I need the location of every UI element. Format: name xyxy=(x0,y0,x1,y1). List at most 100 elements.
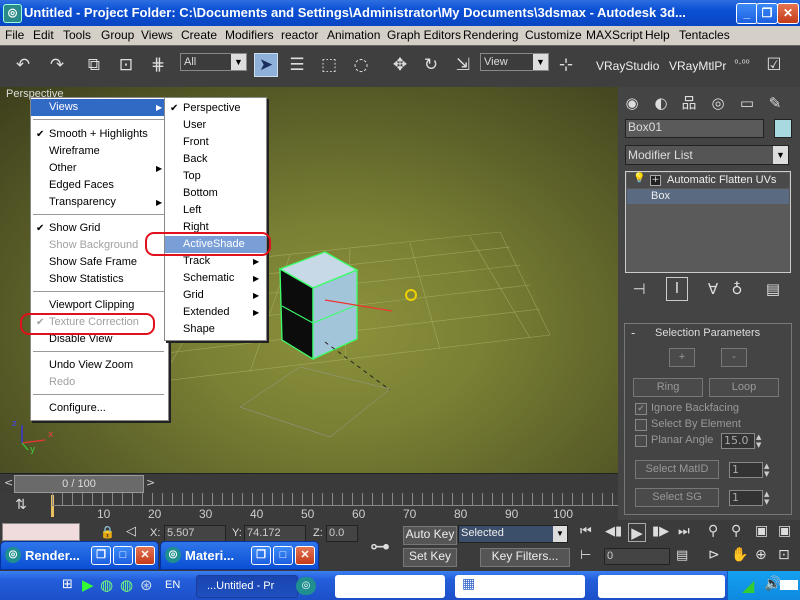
select-by-name-icon[interactable]: ☰ xyxy=(286,54,308,76)
z-coord-field[interactable]: 0.0 xyxy=(326,525,358,542)
rollout-collapse-icon[interactable]: - xyxy=(631,326,635,340)
time-configuration-icon[interactable]: ▤ xyxy=(676,548,688,563)
menu-item-viewport-clipping[interactable]: Viewport Clipping xyxy=(31,297,168,314)
zoom-extents-all-icon[interactable]: ▣ xyxy=(778,523,791,539)
create-tab-icon[interactable]: ◉ xyxy=(621,93,643,113)
time-slider-thumb[interactable]: 0 / 100 xyxy=(14,475,144,493)
view-extended[interactable]: Extended ▶ xyxy=(165,304,266,321)
selection-filter-dropdown[interactable]: All ▼ xyxy=(180,53,247,71)
maximize-button[interactable]: □ xyxy=(113,546,133,565)
window-crossing-icon[interactable]: ◌ xyxy=(350,54,372,76)
ie-icon[interactable]: ⊛ xyxy=(140,576,153,594)
next-frame-icon[interactable]: ▮▶ xyxy=(652,524,669,539)
menu-item-configure[interactable]: Configure... xyxy=(31,400,168,417)
previous-frame-icon[interactable]: ◀▮ xyxy=(605,524,622,539)
menu-graph-editors[interactable]: Graph Editors xyxy=(387,28,461,42)
key-filters-button[interactable]: Key Filters... xyxy=(480,548,570,567)
view-grid[interactable]: Grid ▶ xyxy=(165,287,266,304)
expand-plus-icon[interactable]: + xyxy=(650,175,661,186)
select-and-link-icon[interactable]: ⧉ xyxy=(83,54,105,76)
go-to-start-icon[interactable]: ⏮ xyxy=(580,524,592,539)
app-icon[interactable]: ◎ xyxy=(3,4,22,23)
zoom-all-icon[interactable]: ⚲ xyxy=(731,523,741,539)
matid-spinner[interactable]: 1 ▲ ▼ xyxy=(729,462,769,478)
absolute-mode-icon[interactable]: ◁ xyxy=(126,524,136,539)
menu-customize[interactable]: Customize xyxy=(525,28,582,42)
grow-selection-button[interactable]: + xyxy=(669,348,695,367)
object-name-field[interactable]: Box01 xyxy=(625,119,764,138)
view-user[interactable]: User xyxy=(165,117,266,134)
menu-item-transparency[interactable]: Transparency ▶ xyxy=(31,194,168,211)
field-of-view-icon[interactable]: ⊳ xyxy=(708,547,720,563)
bind-space-warp-icon[interactable]: ⋕ xyxy=(147,54,169,76)
shrink-selection-button[interactable]: - xyxy=(721,348,747,367)
maximize-viewport-icon[interactable]: ⊡ xyxy=(778,547,790,563)
view-top[interactable]: Top xyxy=(165,168,266,185)
lightbulb-icon[interactable]: 💡 xyxy=(633,173,645,184)
time-prev-button[interactable]: < xyxy=(4,476,13,489)
menu-tools[interactable]: Tools xyxy=(63,28,91,42)
windows-icon[interactable]: ⊞ xyxy=(62,577,73,592)
taskbar-item-redacted[interactable] xyxy=(598,575,725,598)
view-front[interactable]: Front xyxy=(165,134,266,151)
view-left[interactable]: Left xyxy=(165,202,266,219)
key-icon[interactable]: ⊶ xyxy=(363,529,397,563)
planar-angle-spinner[interactable]: 15.0 ▲ ▼ xyxy=(721,433,761,449)
menu-item-undo-view-zoom[interactable]: Undo View Zoom xyxy=(31,357,168,374)
show-end-result-icon[interactable]: Ⅰ xyxy=(666,277,688,301)
orbit-icon[interactable]: ⊕ xyxy=(755,547,767,563)
view-shape[interactable]: Shape xyxy=(165,321,266,338)
redo-icon[interactable]: ↷ xyxy=(46,54,68,76)
hierarchy-tab-icon[interactable]: 品 xyxy=(678,93,700,113)
menu-item-other[interactable]: Other ▶ xyxy=(31,160,168,177)
mini-curve-editor-icon[interactable]: ⇅ xyxy=(10,497,32,517)
view-bottom[interactable]: Bottom xyxy=(165,185,266,202)
restore-button[interactable]: ❐ xyxy=(251,546,271,565)
spinner-snap-icon[interactable]: ⁰⋅⁰⁰ xyxy=(731,54,753,76)
menu-animation[interactable]: Animation xyxy=(327,28,380,42)
rectangular-selection-icon[interactable]: ⬚ xyxy=(318,54,340,76)
loop-button[interactable]: Loop xyxy=(709,378,779,397)
reference-coord-dropdown[interactable]: View ▼ xyxy=(480,53,549,71)
play-icon[interactable]: ▶ xyxy=(82,576,94,594)
configure-modifier-sets-icon[interactable]: ▤ xyxy=(762,279,784,299)
remove-modifier-icon[interactable]: ♁ xyxy=(726,279,748,299)
check-icon[interactable]: ☑ xyxy=(763,54,785,76)
scale-icon[interactable]: ⇲ xyxy=(452,54,474,76)
set-key-button[interactable]: Set Key xyxy=(403,548,457,567)
vray-studio-button[interactable]: VRayStudio xyxy=(596,59,659,73)
auto-key-button[interactable]: Auto Key xyxy=(403,526,457,545)
stack-item-box[interactable]: Box xyxy=(627,189,789,204)
render-window-minimized[interactable]: ◎ Render... ❐ □ ✕ xyxy=(0,541,159,570)
time-slider[interactable]: < 0 / 100 > xyxy=(0,473,618,494)
stack-item-automatic-flatten-uvs[interactable]: 💡 + Automatic Flatten UVs xyxy=(627,173,789,188)
menu-item-show-safe-frame[interactable]: Show Safe Frame xyxy=(31,254,168,271)
select-matid-button[interactable]: Select MatID xyxy=(635,460,719,479)
ignore-backfacing-checkbox[interactable]: ✔ xyxy=(635,403,647,415)
menu-item-show-statistics[interactable]: Show Statistics xyxy=(31,271,168,288)
volume-icon[interactable]: 🔊 xyxy=(764,576,781,592)
close-button[interactable]: ✕ xyxy=(135,546,155,565)
vray-mtl-button[interactable]: VRayMtlPr xyxy=(669,59,726,73)
motion-tab-icon[interactable]: ◎ xyxy=(707,93,729,113)
restore-button[interactable]: ❐ xyxy=(756,3,778,24)
taskbar-item-redacted[interactable] xyxy=(335,575,445,598)
menu-item-smooth-highlights[interactable]: ✔ Smooth + Highlights xyxy=(31,126,168,143)
signal-icon[interactable]: ◢ xyxy=(742,576,754,595)
play-icon[interactable]: ▶ xyxy=(628,523,646,542)
menu-reactor[interactable]: reactor xyxy=(281,28,318,42)
undo-icon[interactable]: ↶ xyxy=(12,54,34,76)
update-icon[interactable]: ◍ xyxy=(120,576,133,594)
view-schematic[interactable]: Schematic ▶ xyxy=(165,270,266,287)
modify-tab-icon[interactable]: ◐ xyxy=(650,93,672,113)
select-object-icon[interactable]: ➤ xyxy=(254,53,278,77)
media-icon[interactable]: ◍ xyxy=(100,576,113,594)
menu-modifiers[interactable]: Modifiers xyxy=(225,28,274,42)
close-button[interactable]: ✕ xyxy=(295,546,315,565)
maximize-button[interactable]: □ xyxy=(273,546,293,565)
pan-icon[interactable]: ✋ xyxy=(731,547,748,563)
pin-stack-icon[interactable]: ⊣ xyxy=(628,279,650,299)
menu-tentacles[interactable]: Tentacles xyxy=(679,28,730,42)
view-perspective[interactable]: ✔ Perspective xyxy=(165,100,266,117)
maxscript-listener[interactable] xyxy=(2,523,80,541)
